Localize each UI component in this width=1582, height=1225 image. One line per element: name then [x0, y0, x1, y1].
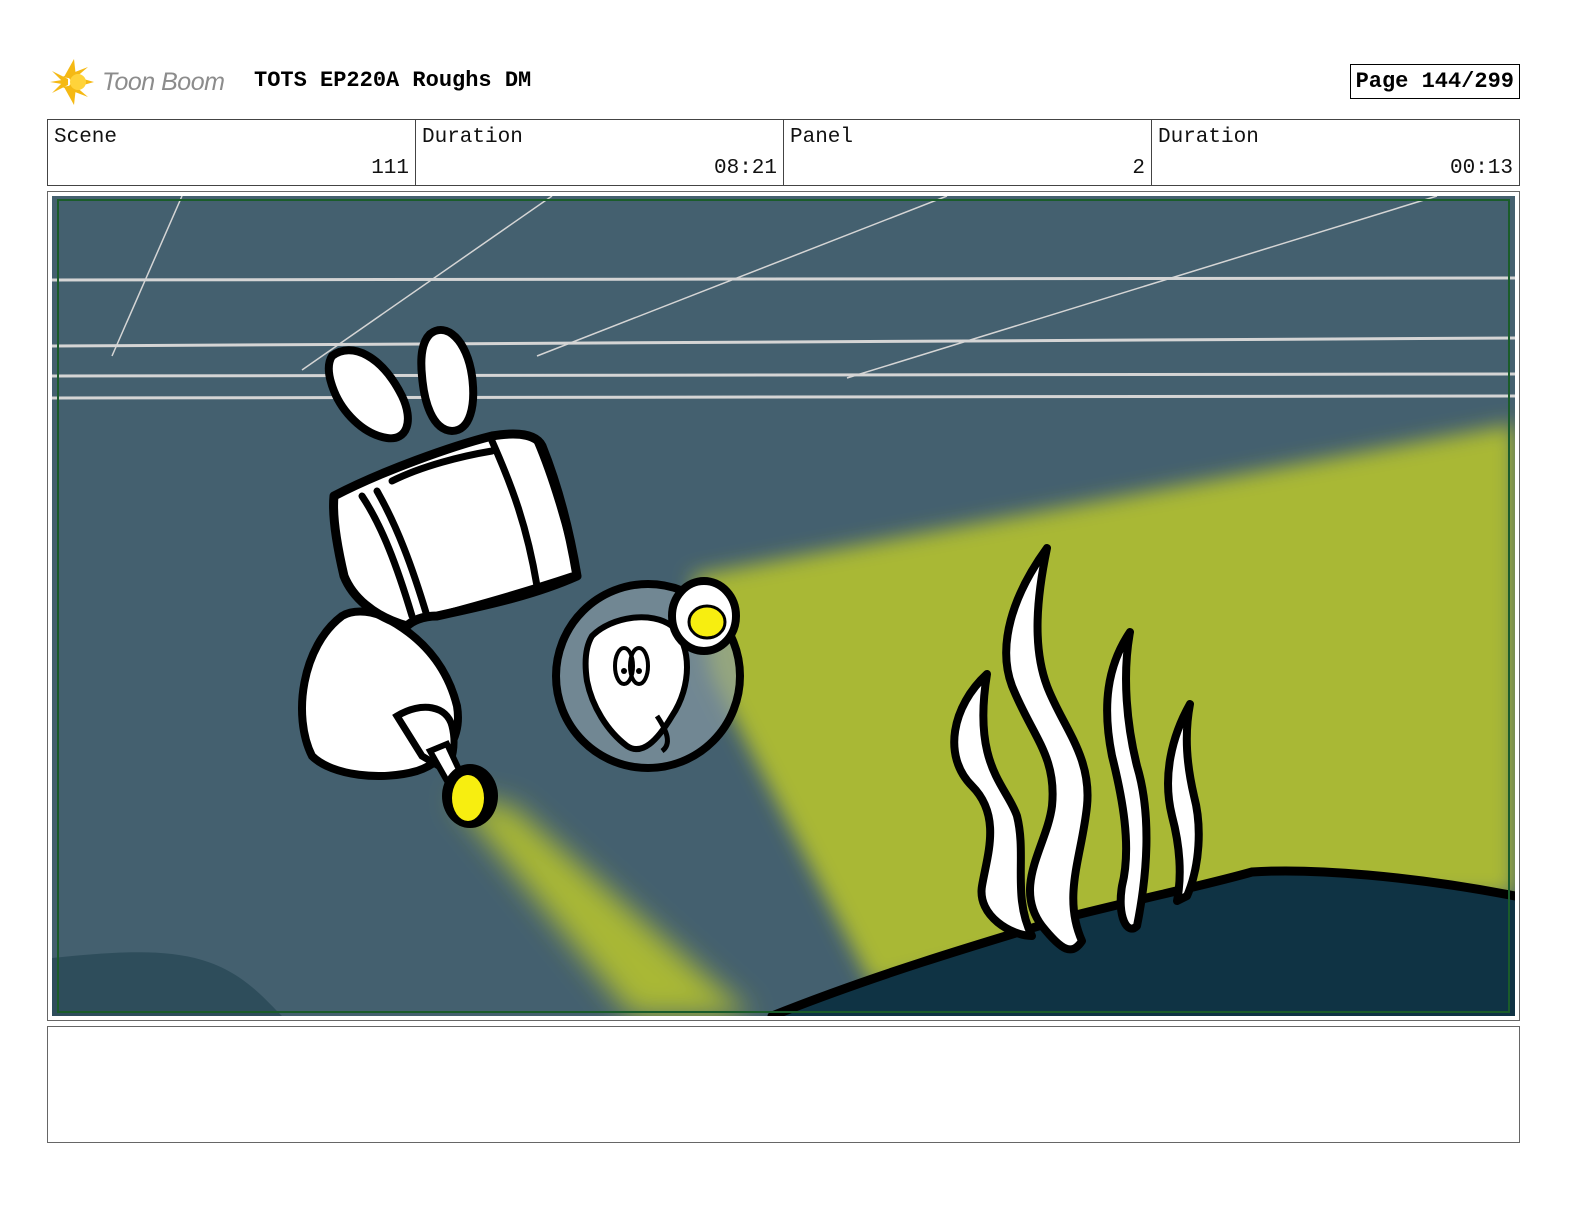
panel-notes-box: [47, 1026, 1520, 1143]
scene-value: 111: [371, 157, 409, 180]
panel-label: Panel: [790, 126, 854, 149]
panel-duration-value: 00:13: [1449, 157, 1513, 180]
scene-info-table: Scene 111 Duration 08:21 Panel 2 Duratio…: [47, 119, 1520, 186]
page-number: Page 144/299: [1349, 64, 1520, 99]
panel-value: 2: [1132, 157, 1145, 180]
storyboard-panel-image: [52, 196, 1515, 1016]
scene-duration-value: 08:21: [713, 157, 777, 180]
scene-duration-cell: Duration 08:21: [416, 120, 784, 185]
storyboard-header: Toon Boom TOTS EP220A Roughs DM Page 144…: [48, 54, 1524, 110]
toon-boom-logo: Toon Boom: [48, 56, 225, 108]
scene-duration-label: Duration: [422, 126, 523, 149]
scene-label: Scene: [54, 126, 118, 149]
starburst-icon: [50, 59, 94, 105]
panel-cell: Panel 2: [784, 120, 1152, 185]
document-title: TOTS EP220A Roughs DM: [254, 68, 532, 93]
logo-text: Toon Boom: [102, 67, 225, 96]
scene-cell: Scene 111: [48, 120, 416, 185]
panel-duration-cell: Duration 00:13: [1152, 120, 1519, 185]
panel-duration-label: Duration: [1158, 126, 1259, 149]
